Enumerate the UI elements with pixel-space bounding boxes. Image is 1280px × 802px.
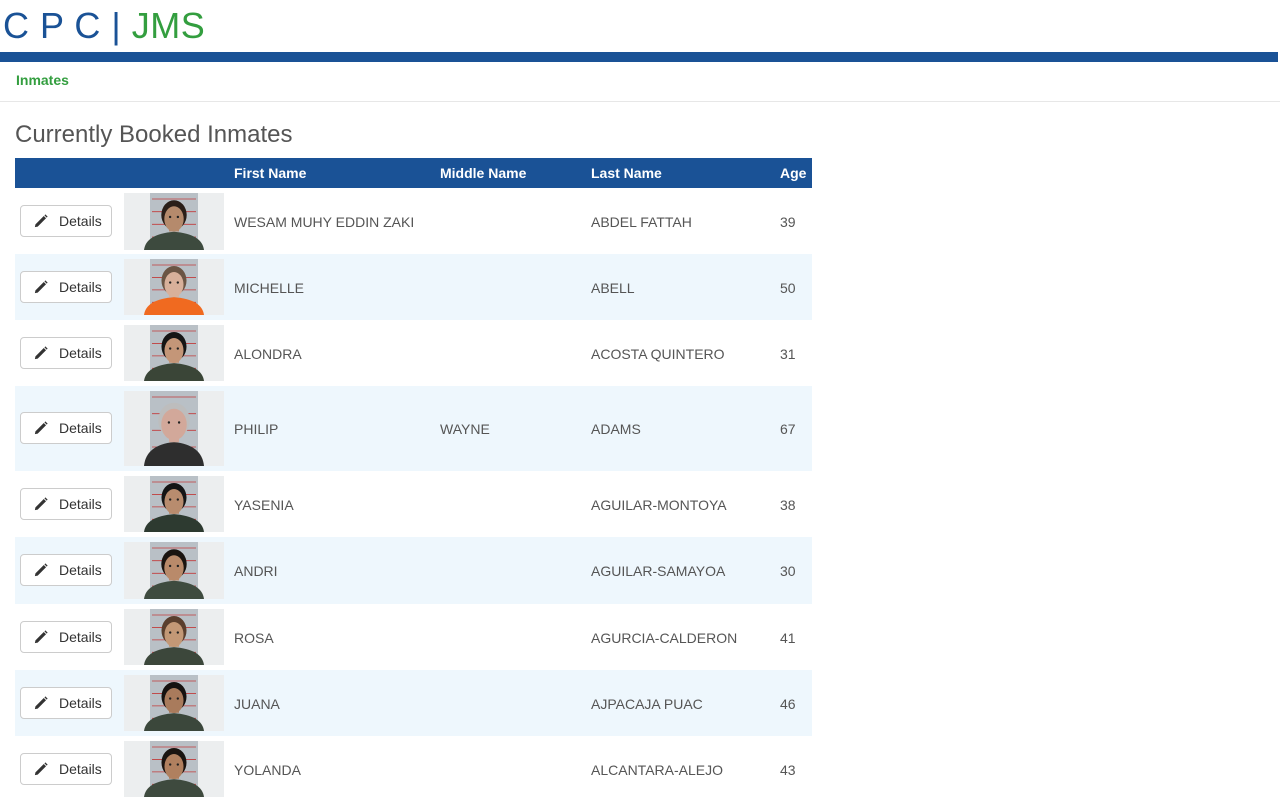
- first-name-cell: ANDRI: [234, 563, 278, 579]
- last-name-cell: ABELL: [591, 280, 635, 296]
- details-button-label: Details: [59, 345, 102, 361]
- age-cell: 67: [780, 421, 796, 437]
- inmate-photo: [124, 193, 224, 250]
- nav-inmates-link[interactable]: Inmates: [16, 72, 69, 88]
- details-button[interactable]: Details: [20, 753, 112, 785]
- pencil-icon: [34, 421, 48, 435]
- age-cell: 31: [780, 346, 796, 362]
- age-cell: 50: [780, 280, 796, 296]
- pencil-icon: [34, 696, 48, 710]
- inmate-photo: [124, 675, 224, 731]
- first-name-cell: JUANA: [234, 696, 280, 712]
- table-header: First Name Middle Name Last Name Age: [15, 158, 812, 188]
- last-name-cell: ALCANTARA-ALEJO: [591, 762, 723, 778]
- table-row: Details MICHELLE ABELL 50: [15, 254, 812, 320]
- age-cell: 38: [780, 497, 796, 513]
- details-button-label: Details: [59, 695, 102, 711]
- table-body: Details WESAM MUHY EDDIN ZAKI ABDEL FATTAH…: [15, 188, 812, 802]
- last-name-cell: AJPACAJA PUAC: [591, 696, 703, 712]
- table-row: Details ALONDRA ACOSTA QUINTERO 31: [15, 320, 812, 386]
- age-cell: 39: [780, 214, 796, 230]
- inmates-table: First Name Middle Name Last Name Age Det…: [15, 158, 812, 802]
- details-button[interactable]: Details: [20, 687, 112, 719]
- last-name-cell: AGURCIA-CALDERON: [591, 630, 738, 646]
- column-header-middle-name: Middle Name: [440, 165, 527, 181]
- inmate-photo: [124, 609, 224, 665]
- brand-jms: JMS: [131, 5, 206, 46]
- pencil-icon: [34, 280, 48, 294]
- table-row: Details PHILIP WAYNE ADAMS 67: [15, 386, 812, 471]
- details-button[interactable]: Details: [20, 337, 112, 369]
- table-row: Details YASENIA AGUILAR-MONTOYA 38: [15, 471, 812, 537]
- first-name-cell: PHILIP: [234, 421, 279, 437]
- details-button-label: Details: [59, 629, 102, 645]
- details-button-label: Details: [59, 420, 102, 436]
- first-name-cell: YASENIA: [234, 497, 294, 513]
- pencil-icon: [34, 563, 48, 577]
- last-name-cell: ACOSTA QUINTERO: [591, 346, 725, 362]
- pencil-icon: [34, 497, 48, 511]
- table-row: Details ROSA AGURCIA-CALDERON 41: [15, 604, 812, 670]
- age-cell: 43: [780, 762, 796, 778]
- details-button-label: Details: [59, 279, 102, 295]
- inmate-photo: [124, 542, 224, 599]
- brand-separator: |: [111, 5, 122, 46]
- pencil-icon: [34, 346, 48, 360]
- last-name-cell: AGUILAR-MONTOYA: [591, 497, 727, 513]
- inmate-photo: [124, 741, 224, 797]
- page-title: Currently Booked Inmates: [15, 121, 293, 148]
- brand-logo: C P C | JMS: [3, 6, 205, 46]
- navbar: Inmates: [0, 62, 1280, 102]
- inmate-photo: [124, 259, 224, 315]
- details-button[interactable]: Details: [20, 205, 112, 237]
- age-cell: 41: [780, 630, 796, 646]
- details-button[interactable]: Details: [20, 621, 112, 653]
- brand-cpc: C P C: [3, 5, 101, 46]
- pencil-icon: [34, 214, 48, 228]
- details-button-label: Details: [59, 213, 102, 229]
- table-row: Details YOLANDA ALCANTARA-ALEJO 43: [15, 736, 812, 802]
- column-header-last-name: Last Name: [591, 165, 662, 181]
- inmate-photo: [124, 391, 224, 466]
- table-row: Details JUANA AJPACAJA PUAC 46: [15, 670, 812, 736]
- middle-name-cell: WAYNE: [440, 421, 490, 437]
- details-button[interactable]: Details: [20, 271, 112, 303]
- details-button[interactable]: Details: [20, 554, 112, 586]
- details-button[interactable]: Details: [20, 412, 112, 444]
- age-cell: 30: [780, 563, 796, 579]
- column-header-first-name: First Name: [234, 165, 307, 181]
- details-button-label: Details: [59, 562, 102, 578]
- age-cell: 46: [780, 696, 796, 712]
- inmate-photo: [124, 325, 224, 381]
- details-button-label: Details: [59, 496, 102, 512]
- last-name-cell: ABDEL FATTAH: [591, 214, 692, 230]
- last-name-cell: AGUILAR-SAMAYOA: [591, 563, 726, 579]
- last-name-cell: ADAMS: [591, 421, 641, 437]
- brand-bar: [0, 52, 1278, 62]
- column-header-age: Age: [780, 165, 807, 181]
- first-name-cell: ALONDRA: [234, 346, 302, 362]
- first-name-cell: YOLANDA: [234, 762, 301, 778]
- first-name-cell: ROSA: [234, 630, 274, 646]
- details-button-label: Details: [59, 761, 102, 777]
- pencil-icon: [34, 630, 48, 644]
- first-name-cell: MICHELLE: [234, 280, 305, 296]
- first-name-cell: WESAM MUHY EDDIN ZAKI: [234, 214, 415, 230]
- table-row: Details WESAM MUHY EDDIN ZAKI ABDEL FATTAH…: [15, 188, 812, 254]
- table-row: Details ANDRI AGUILAR-SAMAYOA 30: [15, 537, 812, 604]
- inmate-photo: [124, 476, 224, 532]
- details-button[interactable]: Details: [20, 488, 112, 520]
- pencil-icon: [34, 762, 48, 776]
